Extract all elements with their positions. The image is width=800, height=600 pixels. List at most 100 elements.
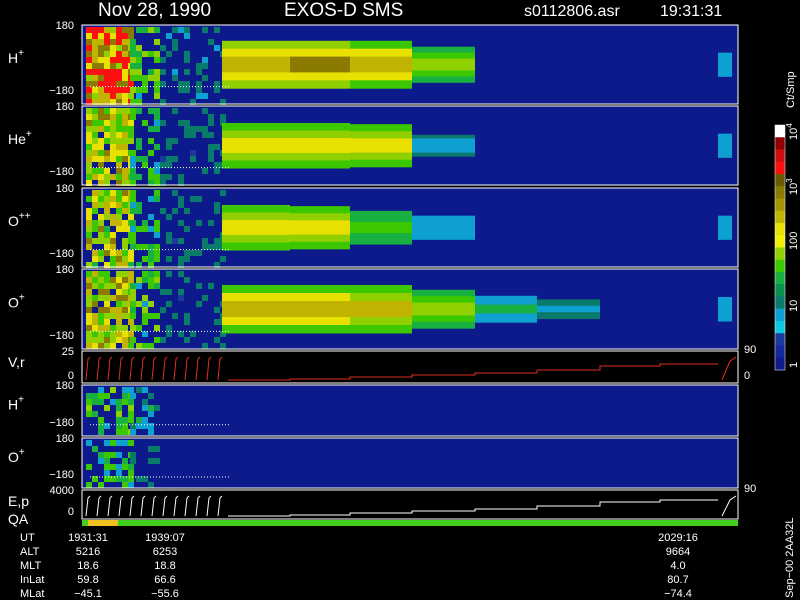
heatmap-cell bbox=[128, 271, 134, 277]
heatmap-cell bbox=[154, 226, 160, 232]
heatmap-cell bbox=[160, 289, 166, 295]
heatmap-cell bbox=[92, 295, 98, 301]
heatmap-cell bbox=[154, 271, 160, 277]
panel-h-plus-2: H+180−180 bbox=[8, 380, 739, 437]
heatmap-cell bbox=[130, 108, 136, 114]
panel-tick-top: 180 bbox=[56, 20, 74, 32]
heatmap-cell bbox=[98, 482, 104, 488]
heatmap-cell bbox=[86, 399, 92, 405]
footer-note: Sep−00 2AA32L bbox=[784, 518, 796, 598]
heatmap-cell bbox=[104, 81, 110, 87]
table-row-label: MLT bbox=[20, 560, 41, 572]
heatmap-cell bbox=[148, 196, 154, 202]
heatmap-cell bbox=[86, 63, 92, 69]
heatmap-cell bbox=[130, 429, 136, 435]
colorbar-swatch bbox=[775, 296, 785, 310]
heatmap-band bbox=[222, 40, 290, 50]
heatmap-band bbox=[222, 56, 290, 65]
heatmap-cell bbox=[116, 250, 122, 256]
heatmap-cell bbox=[98, 190, 104, 196]
colorbar-swatch bbox=[775, 161, 785, 175]
heatmap-cell bbox=[104, 39, 110, 45]
heatmap-cell bbox=[178, 220, 184, 226]
heatmap-cell bbox=[116, 190, 122, 196]
heatmap-cell bbox=[136, 208, 142, 214]
table-cell: 18.6 bbox=[77, 560, 98, 572]
heatmap-cell bbox=[130, 307, 136, 313]
panel-o-plus-2: O+180−180 bbox=[8, 433, 739, 489]
heatmap-cell bbox=[122, 295, 128, 301]
heatmap-band bbox=[412, 215, 475, 221]
heatmap-cell bbox=[110, 214, 116, 220]
heatmap-cell bbox=[122, 81, 128, 87]
heatmap-cell bbox=[104, 138, 110, 144]
heatmap-cell bbox=[110, 126, 116, 132]
table-row-label: UT bbox=[20, 532, 35, 544]
heatmap-cell bbox=[92, 75, 98, 81]
heatmap-cell bbox=[92, 27, 98, 33]
heatmap-cell bbox=[214, 202, 220, 208]
panel-background bbox=[82, 438, 738, 488]
heatmap-cell bbox=[154, 174, 160, 180]
heatmap-cell bbox=[104, 156, 110, 162]
heatmap-cell bbox=[98, 238, 104, 244]
heatmap-band bbox=[290, 130, 350, 139]
heatmap-cell bbox=[104, 202, 110, 208]
heatmap-cell bbox=[208, 244, 214, 250]
heatmap-cell bbox=[116, 411, 122, 417]
heatmap-cell bbox=[122, 423, 128, 429]
heatmap-cell bbox=[142, 244, 148, 250]
heatmap-band bbox=[718, 231, 732, 236]
heatmap-cell bbox=[98, 232, 104, 238]
table-cell: 18.8 bbox=[154, 560, 175, 572]
heatmap-cell bbox=[122, 271, 128, 277]
table-cell: 5216 bbox=[76, 546, 100, 558]
heatmap-cell bbox=[148, 138, 154, 144]
heatmap-cell bbox=[136, 423, 142, 429]
heatmap-cell bbox=[110, 132, 116, 138]
heatmap-cell bbox=[122, 126, 128, 132]
heatmap-cell bbox=[196, 87, 202, 93]
heatmap-cell bbox=[202, 63, 208, 69]
heatmap-cell bbox=[122, 244, 128, 250]
heatmap-cell bbox=[92, 256, 98, 262]
heatmap-cell bbox=[104, 51, 110, 57]
heatmap-cell bbox=[104, 120, 110, 126]
heatmap-band bbox=[412, 145, 475, 150]
heatmap-band bbox=[412, 231, 475, 236]
heatmap-cell bbox=[148, 405, 154, 411]
table-cell: 1931:31 bbox=[68, 532, 108, 544]
heatmap-cell bbox=[86, 108, 92, 114]
heatmap-cell bbox=[116, 27, 122, 33]
heatmap-band bbox=[718, 60, 732, 65]
heatmap-cell bbox=[104, 238, 110, 244]
heatmap-band bbox=[222, 219, 290, 228]
heatmap-cell bbox=[142, 313, 148, 319]
heatmap-cell bbox=[142, 162, 148, 168]
line-panel-label: E,p bbox=[8, 493, 29, 509]
heatmap-cell bbox=[148, 277, 154, 283]
heatmap-cell bbox=[148, 51, 154, 57]
heatmap-cell bbox=[172, 45, 178, 51]
heatmap-cell bbox=[154, 405, 160, 411]
heatmap-cell bbox=[98, 319, 104, 325]
heatmap-cell bbox=[86, 220, 92, 226]
panel-tick-bottom: −180 bbox=[49, 330, 74, 342]
heatmap-cell bbox=[92, 174, 98, 180]
heatmap-cell bbox=[86, 244, 92, 250]
heatmap-cell bbox=[202, 57, 208, 63]
heatmap-cell bbox=[110, 174, 116, 180]
heatmap-cell bbox=[86, 232, 92, 238]
table-cell: 1939:07 bbox=[145, 532, 185, 544]
heatmap-cell bbox=[136, 75, 142, 81]
heatmap-band bbox=[350, 301, 412, 310]
heatmap-cell bbox=[86, 87, 92, 93]
heatmap-cell bbox=[214, 87, 220, 93]
heatmap-band bbox=[350, 152, 412, 161]
heatmap-cell bbox=[190, 250, 196, 256]
heatmap-cell bbox=[184, 27, 190, 33]
header-time: 19:31:31 bbox=[660, 3, 722, 20]
heatmap-cell bbox=[104, 337, 110, 343]
heatmap-cell bbox=[98, 27, 104, 33]
heatmap-cell bbox=[98, 393, 104, 399]
